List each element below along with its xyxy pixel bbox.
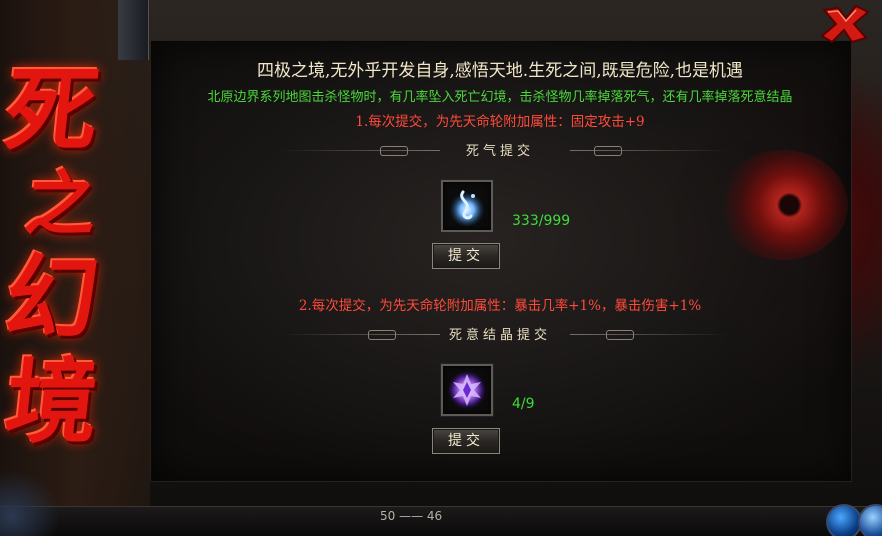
item-slot-death-qi[interactable] — [441, 180, 493, 232]
title-char: 境 — [0, 348, 104, 456]
red-eye-decoration — [718, 150, 848, 260]
death-crystal-count: 4/9 — [512, 396, 535, 412]
panel-title-vertical: 死 之 幻 境 — [0, 56, 146, 488]
close-icon[interactable] — [816, 2, 872, 46]
intro-line-2: 北原边界系列地图击杀怪物时，有几率坠入死亡幻境，击杀怪物几率掉落死气，还有几率掉… — [207, 90, 793, 105]
level-readout: 50 —— 46 — [380, 509, 443, 523]
background-pillar — [118, 0, 149, 60]
death-qi-count: 333/999 — [512, 213, 571, 229]
title-char: 幻 — [0, 244, 104, 352]
skill-orb-icon[interactable] — [826, 504, 862, 536]
intro-line-1: 四极之境,无外乎开发自身,感悟天地.生死之间,既是危险,也是机遇 — [256, 61, 744, 81]
submit-death-qi-button[interactable]: 提交 — [432, 243, 500, 269]
item-slot-death-crystal[interactable] — [441, 364, 493, 416]
section-divider-1: 死气提交 — [240, 140, 760, 160]
title-char: 死 — [0, 56, 104, 164]
death-qi-orb-icon — [449, 190, 485, 226]
title-char: 之 — [21, 162, 101, 245]
requirement-2: 2.每次提交，为先天命轮附加属性：暴击几率+1%，暴击伤害+1% — [298, 298, 702, 314]
submission-panel — [150, 40, 852, 482]
section-divider-2: 死意结晶提交 — [240, 324, 760, 344]
submit-death-crystal-button[interactable]: 提交 — [432, 428, 500, 454]
game-screen: 死 之 幻 境 四极之境,无外乎开发自身,感悟天地.生死之间,既是危险,也是机遇… — [0, 0, 882, 536]
requirement-1: 1.每次提交，为先天命轮附加属性：固定攻击+9 — [355, 114, 645, 130]
dragon-ornament-icon — [0, 470, 60, 536]
death-crystal-icon — [447, 370, 487, 410]
